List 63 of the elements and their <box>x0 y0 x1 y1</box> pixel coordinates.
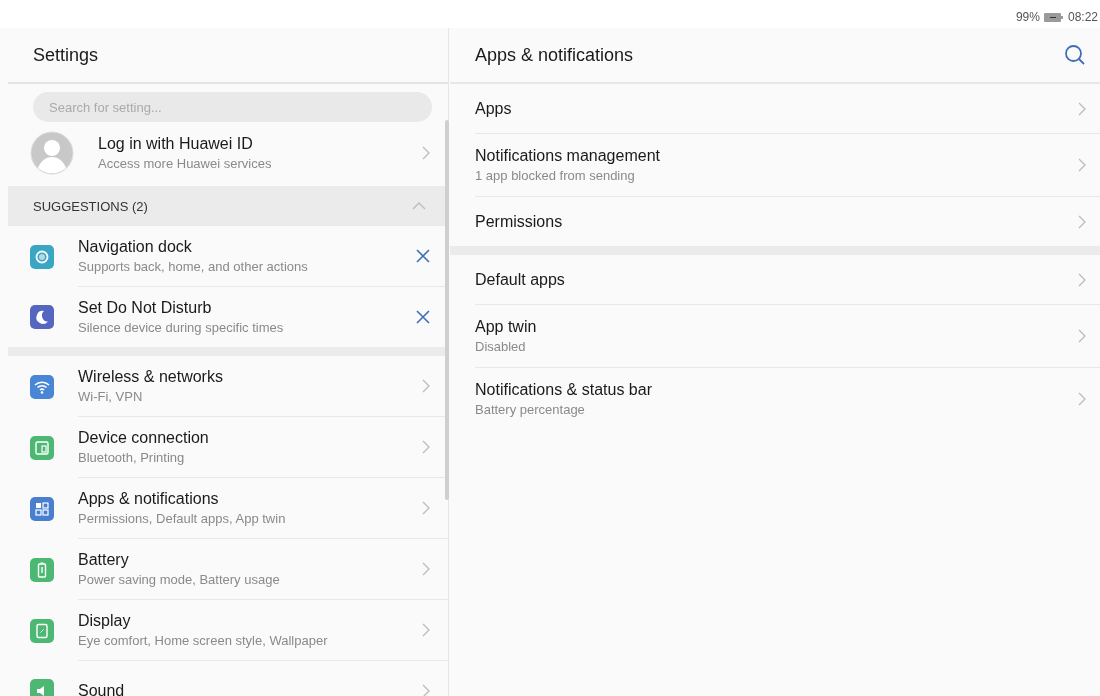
settings-row[interactable]: Notifications management 1 app blocked from sending <box>475 134 1100 197</box>
chevron-icon <box>422 501 430 515</box>
item-title: Notifications & status bar <box>475 381 652 399</box>
item-subtitle: Power saving mode, Battery usage <box>78 572 280 587</box>
item-subtitle: Silence device during specific times <box>78 320 284 335</box>
chevron-icon <box>422 684 430 696</box>
item-title: Wireless & networks <box>78 368 223 386</box>
item-subtitle: Permissions, Default apps, App twin <box>78 511 286 526</box>
pane-title: Apps & notifications <box>475 44 634 66</box>
chevron-icon <box>422 623 430 637</box>
settings-row[interactable]: Set Do Not Disturb Silence device during specific times <box>8 287 448 347</box>
item-subtitle: Bluetooth, Printing <box>78 450 186 465</box>
item-title: Default apps <box>475 270 565 289</box>
chevron-icon <box>422 146 430 160</box>
chevron-icon <box>1078 329 1086 343</box>
pane-title: Settings <box>33 44 99 66</box>
settings-row[interactable]: Notifications & status bar Battery percentage <box>475 368 1100 430</box>
chevron-icon <box>1078 272 1086 287</box>
settings-row[interactable]: Apps <box>475 84 1100 134</box>
item-subtitle: Supports back, home, and other actions <box>78 259 308 274</box>
item-subtitle: Eye comfort, Home screen style, Wallpaper <box>78 633 328 648</box>
item-subtitle: 1 app blocked from sending <box>475 168 636 183</box>
settings-row[interactable]: Battery Power saving mode, Battery usage <box>8 539 448 600</box>
item-title: Permissions <box>475 212 563 231</box>
item-title: Navigation dock <box>78 238 193 256</box>
item-title: Log in with Huawei ID <box>98 135 254 153</box>
item-subtitle: Disabled <box>475 339 527 354</box>
item-title: Apps & notifications <box>78 490 220 508</box>
chevron-icon <box>1078 392 1086 406</box>
close-icon[interactable] <box>416 249 430 263</box>
chevron-icon <box>422 562 430 576</box>
item-subtitle: Battery percentage <box>475 402 586 417</box>
settings-row[interactable]: Display Eye comfort, Home screen style, Wallpaper <box>8 600 448 661</box>
section-label: SUGGESTIONS (2) <box>33 198 148 214</box>
chevron-icon <box>422 379 430 393</box>
section-header[interactable]: SUGGESTIONS (2) <box>8 186 448 226</box>
item-title: Display <box>78 612 132 630</box>
item-title: Apps <box>475 99 512 118</box>
item-title: Notifications management <box>475 147 660 165</box>
battery-percentage: 99% <box>1015 10 1040 24</box>
search-icon[interactable] <box>1064 44 1086 66</box>
item-title: App twin <box>475 318 537 336</box>
item-title: Device connection <box>78 429 209 447</box>
item-title: Battery <box>78 551 130 569</box>
chevron-icon <box>1078 158 1086 172</box>
settings-row[interactable]: Permissions <box>475 197 1100 246</box>
settings-row[interactable]: App twin Disabled <box>475 305 1100 368</box>
clock-time: 08:22 <box>1067 10 1098 24</box>
settings-row[interactable]: Sound <box>8 661 448 696</box>
settings-row[interactable]: Default apps <box>475 255 1100 305</box>
item-title: Set Do Not Disturb <box>78 299 213 317</box>
battery-icon <box>1043 12 1064 22</box>
settings-row[interactable]: Apps & notifications Permissions, Default apps, App twin <box>8 478 448 539</box>
chevron-icon <box>1078 214 1086 229</box>
chevron-icon <box>422 440 430 454</box>
search-field[interactable]: Search for setting... <box>33 92 432 122</box>
item-subtitle: Wi-Fi, VPN <box>78 389 144 404</box>
account-row[interactable]: Log in with Huawei ID Access more Huawei services <box>8 122 448 184</box>
chevron-icon <box>1078 101 1086 116</box>
close-icon[interactable] <box>416 310 430 324</box>
item-subtitle: Access more Huawei services <box>98 156 273 171</box>
item-title: Sound <box>78 682 125 696</box>
avatar-icon <box>30 131 74 175</box>
